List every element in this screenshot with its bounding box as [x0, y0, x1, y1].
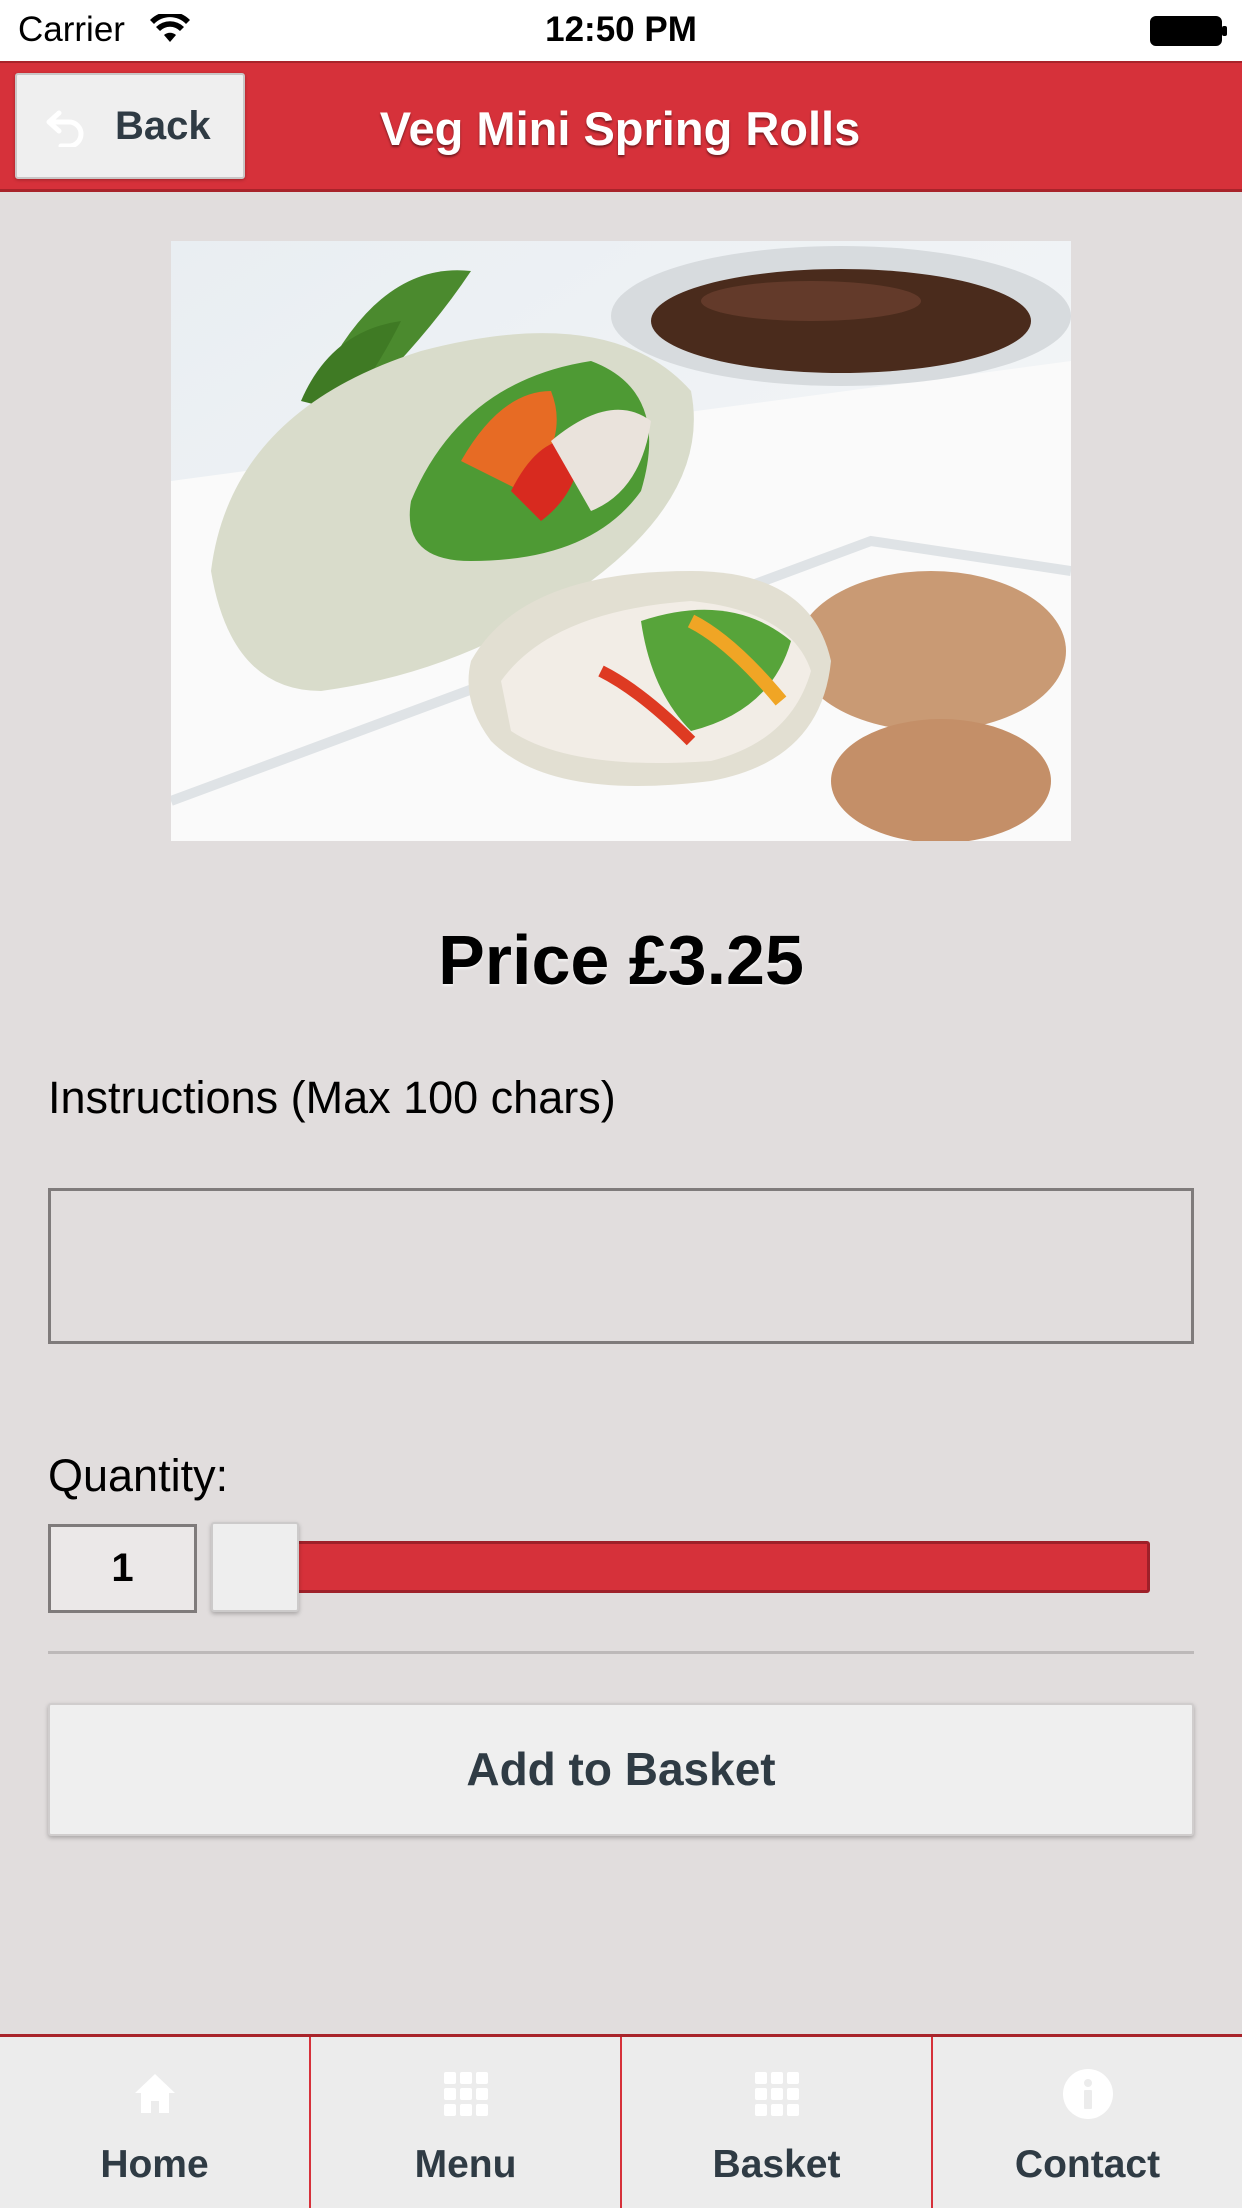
add-to-basket-button[interactable]: Add to Basket: [48, 1703, 1194, 1836]
product-price: Price £3.25: [438, 921, 804, 999]
tab-label-contact: Contact: [1014, 2143, 1161, 2186]
back-label: Back: [115, 103, 211, 148]
quantity-label: Quantity:: [48, 1450, 229, 1501]
bottom-tab-bar: Home Menu Basket Contact: [0, 2034, 1242, 2208]
instructions-input[interactable]: [48, 1188, 1194, 1344]
instructions-label: Instructions (Max 100 chars): [48, 1072, 616, 1123]
tab-label-home: Home: [100, 2143, 209, 2186]
tab-home[interactable]: Home: [0, 2037, 309, 2208]
tab-label-menu: Menu: [414, 2143, 517, 2186]
tab-label-basket: Basket: [712, 2143, 841, 2186]
back-button[interactable]: Back: [15, 73, 245, 179]
tab-menu[interactable]: Menu: [311, 2037, 620, 2208]
status-time: 12:50 PM: [545, 10, 697, 49]
back-arrow-icon: [46, 110, 84, 147]
grid-icon: [752, 2069, 802, 2119]
quantity-slider-track[interactable]: [250, 1541, 1150, 1593]
quantity-slider-handle[interactable]: [211, 1522, 299, 1612]
tab-contact[interactable]: Contact: [933, 2037, 1242, 2208]
product-image: [171, 241, 1071, 841]
tab-basket[interactable]: Basket: [622, 2037, 931, 2208]
quantity-input[interactable]: 1: [48, 1524, 197, 1613]
info-icon: [1062, 2069, 1113, 2119]
battery-icon: [1150, 16, 1227, 46]
divider: [48, 1651, 1194, 1654]
status-bar: Carrier 12:50 PM: [0, 0, 1242, 61]
header-bar: Back Veg Mini Spring Rolls: [0, 61, 1242, 192]
grid-icon: [441, 2069, 491, 2119]
home-icon: [130, 2069, 180, 2119]
page-title: Veg Mini Spring Rolls: [379, 102, 861, 155]
